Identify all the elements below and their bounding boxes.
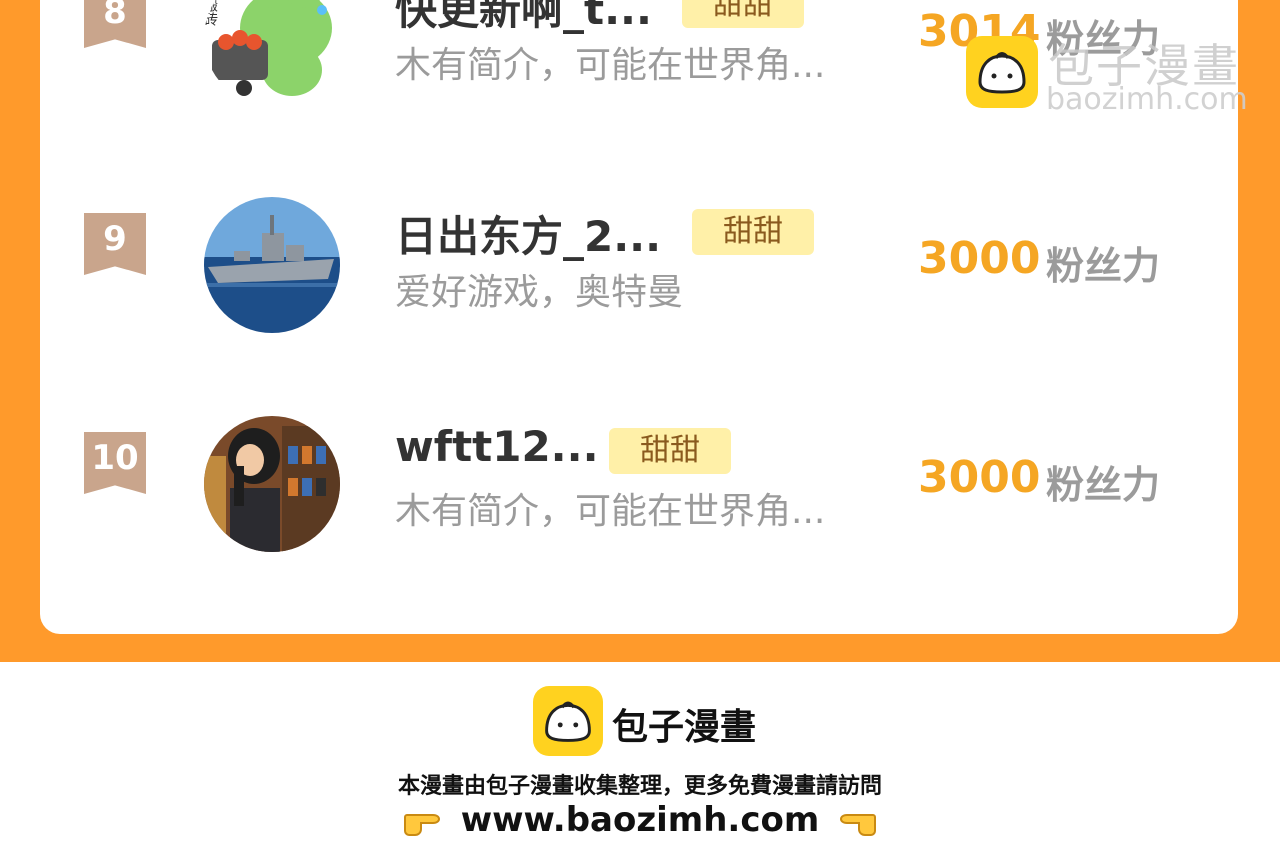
fans-label: 粉丝力 (1046, 244, 1161, 288)
fans-count: 3000 (918, 233, 1041, 284)
rank-badge: 10 (84, 432, 146, 494)
watermark-bun-logo-icon (966, 36, 1038, 108)
fans-label: 粉丝力 (1046, 463, 1161, 507)
rank-badge: 8 (84, 0, 146, 48)
user-bio: 木有简介，可能在世界角... (395, 491, 826, 532)
footer-note: 本漫畫由包子漫畫收集整理，更多免費漫畫請訪問 (397, 774, 882, 799)
user-tag: 甜甜 (692, 209, 814, 255)
fans-count: 3000 (918, 452, 1041, 503)
user-name[interactable]: wftt12... (395, 422, 599, 471)
pointing-left-hand-icon (831, 803, 877, 837)
footer-brand: 包子漫畫 (612, 707, 757, 748)
user-tag: 甜甜 (609, 428, 731, 474)
rank-badge: 9 (84, 213, 146, 275)
user-tag: 甜甜 (682, 0, 804, 28)
user-name[interactable]: 日出东方_2... (395, 203, 661, 264)
user-name[interactable]: 快更新啊_t... (395, 0, 652, 37)
user-bio: 爱好游戏，奥特曼 (395, 272, 684, 313)
bun-logo-icon (533, 686, 603, 756)
watermark-url: baozimh.com (1046, 82, 1248, 117)
footer-url-row: www.baozimh.com (0, 800, 1280, 840)
footer-url-link[interactable]: www.baozimh.com (461, 800, 820, 840)
girl-avatar-icon[interactable] (204, 416, 340, 552)
ranking-row[interactable]: 10 wftt12... 甜甜 木有简介，可能在世界角... 3000 粉丝力 (40, 416, 1238, 556)
user-bio: 木有简介，可能在世界角... (395, 45, 826, 86)
avatar-caption: 搬砖 (204, 0, 218, 26)
ranking-row[interactable]: 9 日出东方_2... 甜甜 爱好游戏，奥特曼 3000 粉丝力 (40, 197, 1238, 337)
pointing-right-hand-icon (403, 803, 449, 837)
frog-avatar-icon[interactable]: 搬砖 (204, 0, 340, 106)
warship-avatar-icon[interactable] (204, 197, 340, 333)
